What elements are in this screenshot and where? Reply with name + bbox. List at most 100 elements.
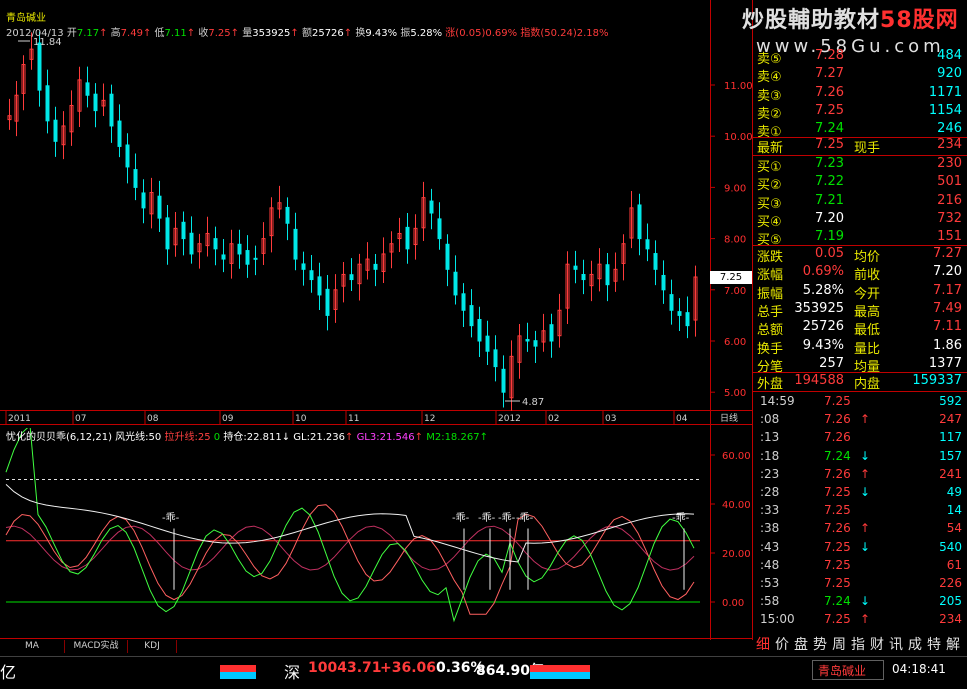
candle-body <box>549 324 554 342</box>
index-value: 10043.71 <box>308 660 382 676</box>
ind-y-tick-label: 0.00 <box>722 598 744 609</box>
ask-row: 卖③ 7.26 1171 <box>757 84 962 104</box>
func-button[interactable]: 周 <box>832 634 846 654</box>
candle-body <box>533 340 538 347</box>
close-value: 7.25 <box>208 28 231 39</box>
candle-body <box>661 274 666 291</box>
tick-row: :53 7.25 226 <box>760 576 962 590</box>
y-tick-label: 7.00 <box>724 286 746 297</box>
candle-body <box>317 276 322 296</box>
func-button[interactable]: 财 <box>870 634 884 654</box>
panel-separator <box>753 372 967 373</box>
ind-bottom-line <box>0 638 752 639</box>
tab-macd[interactable]: MACD实战 <box>65 640 128 653</box>
function-bar: 细价盘势周指财讯成特解 <box>754 634 967 654</box>
chart-bottom-line <box>0 424 752 425</box>
amplitude-value: 5.28% <box>410 28 443 39</box>
candle-body <box>429 200 434 214</box>
func-button[interactable]: 讯 <box>889 634 903 654</box>
func-button[interactable]: 细 <box>756 634 770 654</box>
market-label: 深 <box>284 663 301 682</box>
stock-title: 青岛碱业 <box>6 9 46 24</box>
market-breadth-bar <box>220 665 256 672</box>
candle-body <box>85 82 90 96</box>
func-button[interactable]: 成 <box>908 634 922 654</box>
indicator-header: 忧化的贝贝乖(6,12,21) 风光线:50 拉升线:25 0 持仓:22.81… <box>6 432 488 443</box>
candle-body <box>453 271 458 296</box>
tick-row: :58 7.24 ↓ 205 <box>760 594 962 609</box>
candle-body <box>445 243 450 270</box>
status-bar: 亿 深 10043.71 +36.06 0.36% 864.90亿 青岛碱业 0… <box>0 656 967 689</box>
func-button[interactable]: 势 <box>813 634 827 654</box>
price-axis-line <box>710 0 711 428</box>
tab-ma[interactable]: MA <box>0 640 65 653</box>
tick-row: :33 7.25 14 <box>760 503 962 518</box>
func-button[interactable]: 盘 <box>794 634 808 654</box>
guai-label: -乖- <box>516 512 534 524</box>
guai-label: -乖- <box>498 512 516 524</box>
y-tick-label: 11.00 <box>724 81 752 92</box>
candle-body <box>53 119 58 142</box>
candle-body <box>125 144 130 168</box>
clock: 04:18:41 <box>892 662 946 676</box>
candle-body <box>373 263 378 270</box>
func-button[interactable]: 指 <box>851 634 865 654</box>
ind-y-tick-label: 20.00 <box>722 549 751 560</box>
white-line <box>5 484 695 563</box>
guai-label: -乖- <box>478 512 496 524</box>
func-button[interactable]: 特 <box>927 634 941 654</box>
tick-row: :18 7.24 ↓ 157 <box>760 448 962 463</box>
tick-row: :13 7.26 117 <box>760 430 962 445</box>
green-line <box>5 428 695 623</box>
candle-body <box>109 93 114 127</box>
candle-body <box>157 195 162 219</box>
stock-name: 青岛碱业 <box>6 13 46 24</box>
x-tick-label: 12 <box>424 414 435 424</box>
candle-body <box>133 169 138 188</box>
ind-y-tick-label: 60.00 <box>722 451 751 462</box>
x-tick-label: 2011 <box>8 414 31 424</box>
x-tick-label: 10 <box>295 414 307 424</box>
func-button[interactable]: 解 <box>946 634 960 654</box>
candle-body <box>93 93 98 112</box>
bid-row: 买① 7.23 230 <box>757 156 962 175</box>
func-button[interactable]: 价 <box>775 634 789 654</box>
candle-body <box>141 192 146 209</box>
index-change-value: (50.24)2.18% <box>540 28 609 39</box>
watermark-title: 炒股輔助教材58股网 <box>742 8 959 33</box>
candle-body <box>253 257 258 260</box>
x-tick-label: 04 <box>676 414 688 424</box>
candle-body <box>189 232 194 255</box>
candle-body <box>645 239 650 250</box>
tick-row: :48 7.25 61 <box>760 557 962 572</box>
outer-inner-row: 外盘 194588 内盘 159337 <box>757 373 962 392</box>
guai-label: -乖- <box>452 512 470 524</box>
y-tick-label: 9.00 <box>724 183 746 194</box>
candle-body <box>485 335 490 352</box>
min-price-label: 4.87 <box>522 397 544 408</box>
x-tick-label: 09 <box>222 414 234 424</box>
indicator-tabs: MA MACD实战 KDJ <box>0 640 752 654</box>
header-date: 2012/04/13 <box>6 28 64 39</box>
x-tick-label: 11 <box>348 414 359 424</box>
y-tick-label: 6.00 <box>724 337 746 348</box>
open-value: 7.17 <box>76 28 100 39</box>
candle-body <box>285 206 290 224</box>
tab-kdj[interactable]: KDJ <box>128 640 177 653</box>
candle-body <box>637 204 642 240</box>
indicator-name[interactable]: 忧化的贝贝乖(6,12,21) <box>6 432 112 443</box>
stat-row: 涨跌 0.05 均价 7.27 <box>757 246 962 265</box>
mag-line <box>5 525 695 571</box>
candle-body <box>309 270 314 281</box>
kline-chart[interactable]: 11.00 10.00 9.00 8.00 7.00 6.00 5.00 2011 07 08 09… <box>0 0 752 428</box>
panel-separator <box>753 391 967 392</box>
candle-body <box>525 339 530 342</box>
y-tick-label: 8.00 <box>724 235 746 246</box>
tick-row: 14:59 7.25 592 <box>760 394 962 408</box>
status-stock-name[interactable]: 青岛碱业 <box>818 662 866 679</box>
ask-row: 卖⑤ 7.28 484 <box>757 48 962 67</box>
candle-body <box>221 254 226 260</box>
indicator-chart[interactable]: 60.0040.0020.000.00-乖- -乖- -乖- -乖- -乖- -乖- <box>0 428 752 640</box>
candle-body <box>437 218 442 240</box>
panel-separator <box>753 155 967 156</box>
